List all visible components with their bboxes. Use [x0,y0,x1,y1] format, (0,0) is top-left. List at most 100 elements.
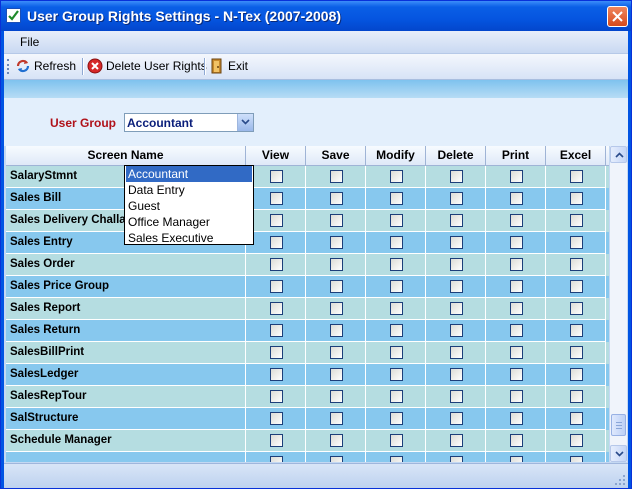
checkbox-print[interactable] [510,390,523,403]
checkbox-view[interactable] [270,170,283,183]
column-header-save[interactable]: Save [306,146,366,165]
checkbox-save[interactable] [330,368,343,381]
checkbox-excel[interactable] [570,258,583,271]
checkbox-modify[interactable] [390,390,403,403]
menu-file[interactable]: File [16,34,43,50]
checkbox-view[interactable] [270,258,283,271]
checkbox-delete[interactable] [450,214,463,227]
checkbox-view[interactable] [270,192,283,205]
checkbox-view[interactable] [270,368,283,381]
checkbox-save[interactable] [330,456,343,462]
checkbox-delete[interactable] [450,280,463,293]
table-row[interactable]: Sales Entry [6,232,609,254]
column-header-screen-name[interactable]: Screen Name [6,146,246,165]
vertical-scrollbar[interactable] [610,146,627,462]
checkbox-delete[interactable] [450,258,463,271]
checkbox-modify[interactable] [390,214,403,227]
checkbox-print[interactable] [510,236,523,249]
checkbox-delete[interactable] [450,324,463,337]
checkbox-print[interactable] [510,214,523,227]
table-row[interactable]: Sales Price Group [6,276,609,298]
table-row[interactable]: SalStructure [6,408,609,430]
checkbox-excel[interactable] [570,434,583,447]
checkbox-delete[interactable] [450,346,463,359]
dropdown-option[interactable]: Accountant [126,166,252,182]
checkbox-modify[interactable] [390,434,403,447]
table-row[interactable]: SalaryStmnt [6,166,609,188]
checkbox-delete[interactable] [450,192,463,205]
scroll-thumb[interactable] [611,414,626,436]
checkbox-excel[interactable] [570,412,583,425]
checkbox-print[interactable] [510,346,523,359]
table-row[interactable]: Sales Delivery Challan [6,210,609,232]
checkbox-save[interactable] [330,390,343,403]
checkbox-save[interactable] [330,434,343,447]
checkbox-excel[interactable] [570,456,583,462]
checkbox-excel[interactable] [570,302,583,315]
toolbar-grip[interactable] [7,59,12,74]
checkbox-modify[interactable] [390,456,403,462]
checkbox-view[interactable] [270,390,283,403]
checkbox-excel[interactable] [570,214,583,227]
checkbox-excel[interactable] [570,236,583,249]
checkbox-view[interactable] [270,214,283,227]
checkbox-view[interactable] [270,412,283,425]
checkbox-modify[interactable] [390,346,403,359]
table-row[interactable]: Schedule Manager [6,430,609,452]
checkbox-delete[interactable] [450,390,463,403]
column-header-delete[interactable]: Delete [426,146,486,165]
checkbox-excel[interactable] [570,346,583,359]
column-header-modify[interactable]: Modify [366,146,426,165]
checkbox-delete[interactable] [450,170,463,183]
checkbox-excel[interactable] [570,390,583,403]
table-row[interactable] [6,452,609,462]
table-row[interactable]: Sales Return [6,320,609,342]
checkbox-save[interactable] [330,258,343,271]
dropdown-option[interactable]: Sales Executive [126,230,252,246]
checkbox-delete[interactable] [450,456,463,462]
checkbox-print[interactable] [510,170,523,183]
checkbox-excel[interactable] [570,368,583,381]
checkbox-view[interactable] [270,456,283,462]
checkbox-modify[interactable] [390,368,403,381]
checkbox-delete[interactable] [450,434,463,447]
checkbox-excel[interactable] [570,324,583,337]
checkbox-print[interactable] [510,258,523,271]
checkbox-delete[interactable] [450,236,463,249]
dropdown-option[interactable]: Data Entry [126,182,252,198]
checkbox-print[interactable] [510,192,523,205]
column-header-print[interactable]: Print [486,146,546,165]
checkbox-save[interactable] [330,192,343,205]
dropdown-option[interactable]: Office Manager [126,214,252,230]
checkbox-view[interactable] [270,236,283,249]
checkbox-excel[interactable] [570,280,583,293]
checkbox-view[interactable] [270,302,283,315]
delete-user-rights-button[interactable]: Delete User Rights [87,57,207,75]
checkbox-save[interactable] [330,280,343,293]
exit-button[interactable]: Exit [209,57,248,75]
dropdown-option[interactable]: Guest [126,198,252,214]
checkbox-save[interactable] [330,412,343,425]
checkbox-save[interactable] [330,302,343,315]
table-row[interactable]: SalesBillPrint [6,342,609,364]
checkbox-delete[interactable] [450,368,463,381]
checkbox-modify[interactable] [390,302,403,315]
checkbox-modify[interactable] [390,192,403,205]
checkbox-save[interactable] [330,346,343,359]
table-row[interactable]: Sales Report [6,298,609,320]
checkbox-modify[interactable] [390,236,403,249]
checkbox-excel[interactable] [570,170,583,183]
checkbox-save[interactable] [330,170,343,183]
checkbox-print[interactable] [510,412,523,425]
checkbox-modify[interactable] [390,324,403,337]
resize-grip-icon[interactable] [614,474,626,486]
column-header-excel[interactable]: Excel [546,146,606,165]
checkbox-view[interactable] [270,434,283,447]
checkbox-save[interactable] [330,214,343,227]
table-row[interactable]: Sales Order [6,254,609,276]
checkbox-excel[interactable] [570,192,583,205]
scroll-up-button[interactable] [610,146,627,163]
checkbox-delete[interactable] [450,412,463,425]
refresh-button[interactable]: Refresh [15,57,76,75]
checkbox-print[interactable] [510,368,523,381]
